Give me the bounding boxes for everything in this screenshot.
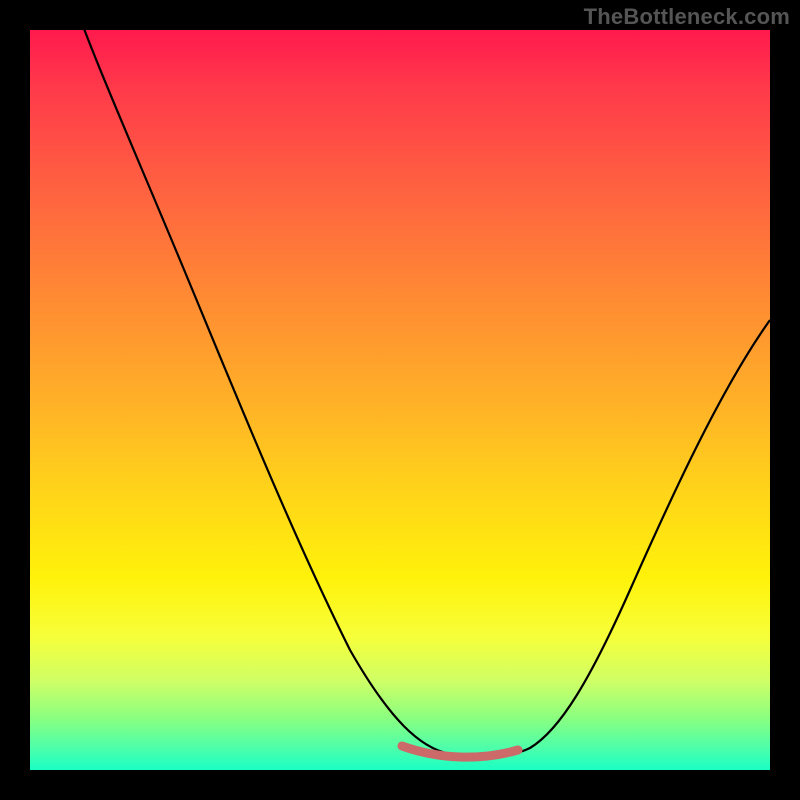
bottleneck-curve: [70, 30, 770, 756]
chart-frame: TheBottleneck.com: [0, 0, 800, 800]
curve-overlay: [30, 30, 770, 770]
watermark-text: TheBottleneck.com: [584, 4, 790, 30]
optimal-range-marker: [402, 746, 518, 757]
plot-area: [30, 30, 770, 770]
